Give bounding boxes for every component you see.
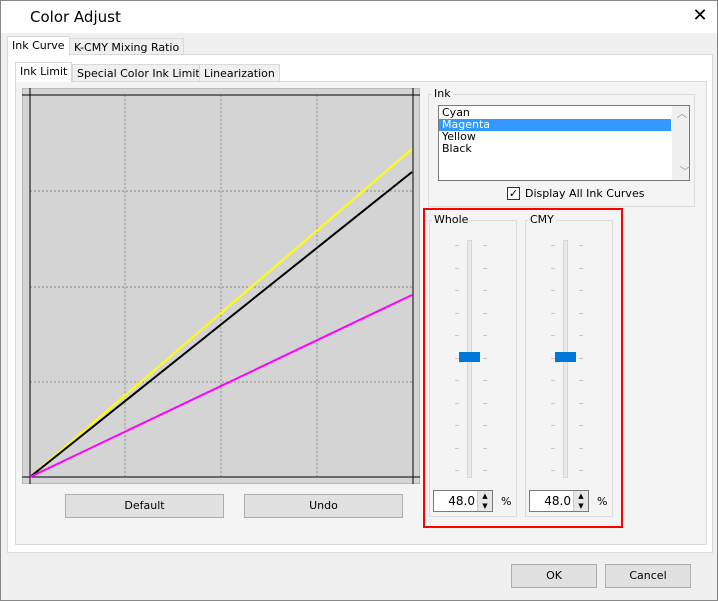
slider-tick [483,290,487,291]
slider-tick [579,267,583,269]
slider-group-label: CMY [528,213,556,226]
slider-tick [483,357,487,359]
slider-group-cmy [525,220,613,517]
default-button[interactable]: Default [65,494,224,518]
slider-tick [483,425,487,426]
slider-tick [483,335,487,336]
slider-thumb[interactable] [459,351,480,362]
slider-thumb[interactable] [555,351,576,362]
slider-tick [551,380,555,381]
tab-ink-limit[interactable]: Ink Limit [15,62,73,82]
slider-tick [483,267,487,269]
close-icon[interactable]: ✕ [689,5,711,26]
list-scrollbar[interactable]: ︿ ﹀ [672,106,691,180]
window-title: Color Adjust [30,8,121,26]
slider-tick [455,470,459,471]
slider-tick [483,470,487,471]
slider-tick [483,380,487,381]
display-all-checkbox[interactable]: ✓ [507,187,520,200]
slider-tick [579,470,583,471]
slider-tick [551,335,555,336]
slider-tick [579,290,583,291]
cancel-button[interactable]: Cancel [605,564,691,588]
spin-buttons[interactable]: ▲ ▼ [477,491,492,511]
slider-tick [551,312,555,314]
slider-tick [455,425,459,426]
slider-tick [579,357,583,359]
slider-tick [455,335,459,336]
slider-tick [455,447,459,449]
slider-tick [579,425,583,426]
list-item-black[interactable]: Black [439,143,689,155]
slider-tick [455,312,459,314]
slider-tick [579,312,583,314]
undo-button[interactable]: Undo [244,494,403,518]
tab-ink-curve[interactable]: Ink Curve [7,36,70,56]
slider-tick [579,335,583,336]
slider-group-whole [429,220,517,517]
title-bar: Color Adjust ✕ [1,1,717,33]
display-all-label: Display All Ink Curves [525,187,645,200]
slider-tick [579,245,583,246]
ink-group-label: Ink [432,87,453,100]
ink-listbox[interactable]: Cyan Magenta Yellow Black ︿ ﹀ [438,105,691,181]
value-spinbox[interactable]: 48.0 ▲ ▼ [529,490,589,512]
slider-tick [551,447,555,449]
slider-group-label: Whole [432,213,471,226]
slider-tick [551,425,555,426]
unit-label: % [501,495,512,508]
slider-tick [579,380,583,381]
slider-tick [455,290,459,291]
slider-tick [455,402,459,404]
slider-tick [483,447,487,449]
color-adjust-dialog: Color Adjust ✕ Ink Curve K-CMY Mixing Ra… [0,0,718,601]
ink-curve-graph[interactable] [22,88,420,484]
tab-special-color-ink-limit[interactable]: Special Color Ink Limit [72,64,205,82]
slider-tick [483,402,487,404]
slider-tick [483,312,487,314]
slider-tick [551,245,555,246]
slider-tick [551,402,555,404]
ok-button[interactable]: OK [511,564,597,588]
slider-tick [579,447,583,449]
list-item-yellow[interactable]: Yellow [439,131,689,143]
value-text: 48.0 [544,494,571,508]
slider-tick [455,380,459,381]
slider-tick [551,267,555,269]
tab-linearization[interactable]: Linearization [199,64,280,82]
value-spinbox[interactable]: 48.0 ▲ ▼ [433,490,493,512]
unit-label: % [597,495,608,508]
spin-buttons[interactable]: ▲ ▼ [573,491,588,511]
slider-tick [455,267,459,269]
slider-tick [551,470,555,471]
slider-tick [483,245,487,246]
slider-tick [455,245,459,246]
slider-tick [579,402,583,404]
slider-tick [551,290,555,291]
value-text: 48.0 [448,494,475,508]
